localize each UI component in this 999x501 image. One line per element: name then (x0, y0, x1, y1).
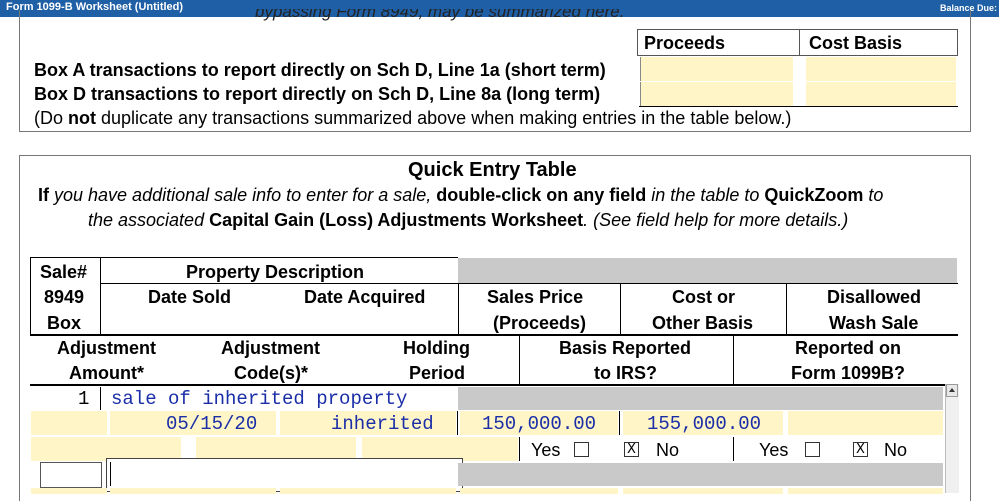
table-scrollbar[interactable] (945, 384, 959, 493)
box-d-cost-basis-input[interactable] (806, 82, 956, 106)
cell-divider (619, 411, 620, 435)
row1-gray-bar (458, 387, 943, 410)
summary-row-a-label: Box A transactions to report directly on… (34, 60, 606, 80)
hdr-sale-num: Sale# (40, 262, 88, 282)
row3-input[interactable] (280, 488, 456, 494)
hdr-period: Period (409, 363, 466, 383)
row1-basis-no-checkbox[interactable]: X (624, 442, 639, 457)
hdr-line (100, 257, 101, 335)
cell-divider (733, 437, 734, 461)
quick-entry-title: Quick Entry Table (408, 159, 577, 181)
cut-off-text: bypassing Form 8949, may be summarized h… (255, 9, 625, 21)
hdr-box: Box (47, 313, 82, 333)
cell-divider (457, 411, 458, 435)
row1-basis-yes-label: Yes (531, 440, 561, 460)
hdr-gray-bar (458, 258, 957, 283)
hdr-holding: Holding (403, 338, 470, 358)
hdr-line (30, 257, 31, 335)
box-a-proceeds-input[interactable] (640, 57, 793, 81)
hdr-8949: 8949 (44, 287, 85, 307)
row1-wash-sale-input[interactable] (788, 411, 943, 435)
hdr-line (30, 257, 458, 258)
row1-date-acquired-value: inherited (331, 413, 434, 435)
row1-8949-box-input[interactable] (31, 411, 107, 435)
row1-1099b-yes-label: Yes (759, 440, 789, 460)
hdr-reported-on: Reported on (795, 338, 901, 358)
summary-note: (Do not duplicate any transactions summa… (34, 108, 792, 128)
hdr-line (100, 283, 958, 284)
box-a-cost-basis-input[interactable] (806, 57, 956, 81)
hdr-basis-reported: Basis Reported (559, 338, 692, 358)
row1-date-sold-value: 05/15/20 (166, 413, 258, 435)
cell-divider (519, 437, 520, 461)
row1-1099b-no-checkbox[interactable]: X (853, 442, 868, 457)
hdr-adjustment-code: Adjustment (221, 338, 320, 358)
hdr-line (519, 335, 520, 385)
hdr-other-basis: Other Basis (652, 313, 754, 333)
hdr-disallowed: Disallowed (827, 287, 922, 307)
summary-col-cost-basis: Cost Basis (799, 29, 958, 56)
hdr-wash-sale: Wash Sale (829, 313, 919, 333)
hdr-line (620, 283, 621, 335)
row2-sale-num-input[interactable] (40, 462, 102, 488)
row3-input[interactable] (623, 488, 783, 494)
box-d-proceeds-input[interactable] (640, 82, 793, 106)
hdr-line (786, 283, 787, 335)
hdr-line (458, 283, 459, 335)
hdr-cost-or: Cost or (672, 287, 735, 307)
hdr-proceeds: (Proceeds) (493, 313, 587, 333)
row3-input[interactable] (110, 488, 276, 494)
row1-basis-yes-checkbox[interactable] (574, 442, 589, 457)
row2-gray-bar (458, 463, 943, 486)
summary-divider (639, 106, 958, 107)
summary-col-proceeds: Proceeds (637, 29, 800, 56)
hdr-line (733, 335, 734, 385)
hdr-form-1099b: Form 1099B? (791, 363, 906, 383)
quick-entry-help-line2: the associated Capital Gain (Loss) Adjus… (88, 210, 849, 230)
row1-cost-basis-value: 155,000.00 (647, 413, 762, 435)
row1-sale-num[interactable]: 1 (78, 388, 89, 410)
hdr-adjustment: Adjustment (57, 338, 156, 358)
hdr-to-irs: to IRS? (594, 363, 657, 383)
row3-input[interactable] (460, 488, 618, 494)
row2-description-input[interactable] (106, 458, 463, 492)
hdr-amount: Amount* (69, 363, 144, 383)
row3-input[interactable] (31, 488, 107, 494)
hdr-sales-price: Sales Price (487, 287, 584, 307)
hdr-property-description: Property Description (186, 262, 365, 282)
row1-sales-price-value: 150,000.00 (482, 413, 597, 435)
row2-description-cursor (110, 462, 111, 486)
row1-1099b-no-label: No (884, 440, 908, 460)
row3-input[interactable] (788, 488, 943, 494)
hdr-date-acquired: Date Acquired (304, 287, 426, 307)
scroll-up-arrow-icon[interactable] (946, 384, 958, 397)
row1-1099b-yes-checkbox[interactable] (805, 442, 820, 457)
row1-basis-no-label: No (656, 440, 680, 460)
hdr-line (30, 334, 958, 336)
cell-divider (100, 387, 101, 410)
hdr-date-sold: Date Sold (148, 287, 232, 307)
row1-description-input[interactable]: sale of inherited property (111, 388, 407, 410)
hdr-codes: Code(s)* (234, 363, 309, 383)
quick-entry-help-line1: If you have additional sale info to ente… (38, 185, 884, 205)
summary-row-d-label: Box D transactions to report directly on… (34, 84, 601, 104)
